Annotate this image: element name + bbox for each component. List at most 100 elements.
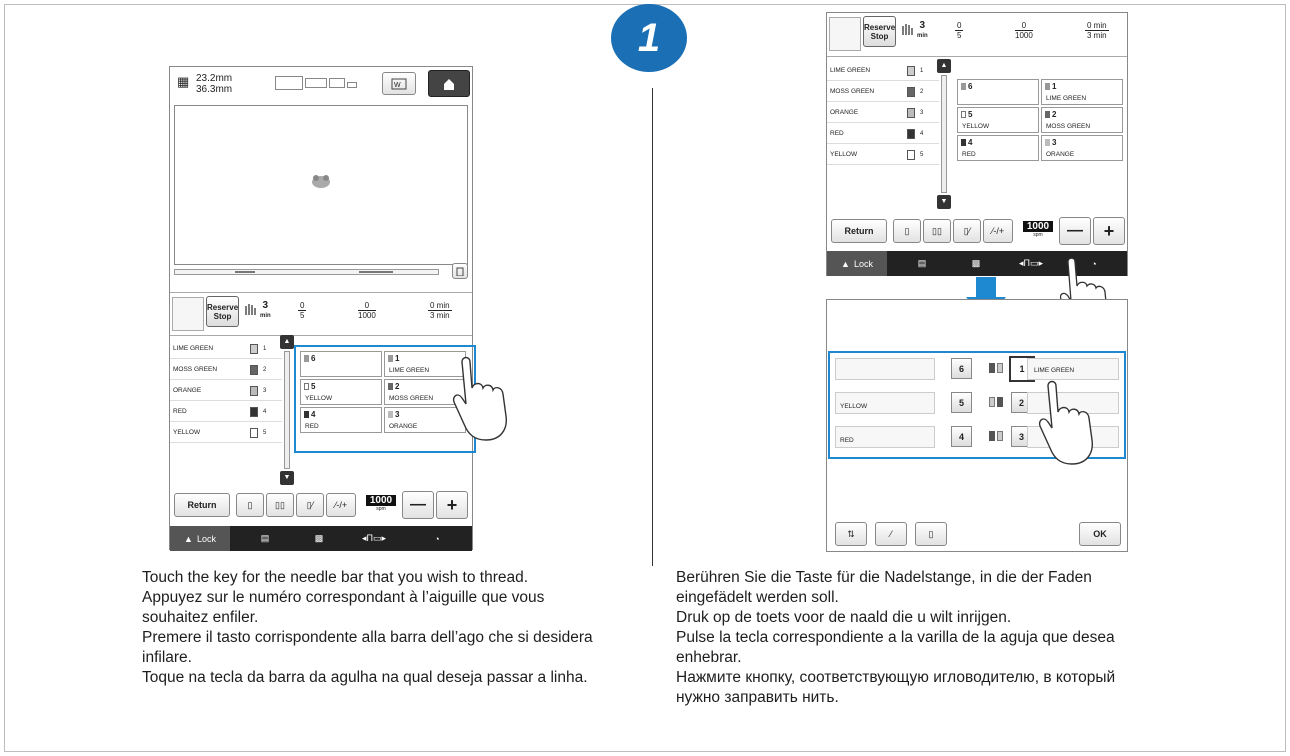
document-icon[interactable]: ▤ xyxy=(907,251,937,276)
thread-change-button[interactable]: ▯⁄ xyxy=(953,219,981,243)
stitch-counter: 0 1000 xyxy=(358,301,376,320)
speed-counter: 3 min xyxy=(260,300,271,320)
embroidery-design-icon xyxy=(312,175,330,188)
speed-minus-button[interactable]: — xyxy=(1059,217,1091,245)
frame-move-icon[interactable]: ◂Π▭▸ xyxy=(356,526,392,551)
speed-plus-button[interactable]: + xyxy=(1093,217,1125,245)
color-counter: 05 xyxy=(298,301,307,320)
reserve-stop-button[interactable]: Reserve Stop xyxy=(863,16,896,47)
color-list-item[interactable]: LIME GREEN 1 xyxy=(170,339,282,359)
trash-button[interactable] xyxy=(452,263,468,279)
color-sort-button[interactable]: ▯▯ xyxy=(266,493,294,517)
reserve-stop-button[interactable]: Reserve Stop xyxy=(206,296,239,327)
caption-line: infilare. xyxy=(142,649,192,666)
needle-key[interactable]: 5 YELLOW xyxy=(957,107,1039,133)
caption-line: Druk op de toets voor de naald die u wil… xyxy=(676,609,1012,626)
hand-stop-icon xyxy=(245,304,256,315)
frame-move-icon[interactable]: ◂Π▭▸ xyxy=(1013,251,1049,276)
step-number-badge: 1 xyxy=(611,4,687,72)
color-list-item[interactable]: RED 4 xyxy=(170,402,282,422)
pattern-dimensions: 23.2mm 36.3mm xyxy=(196,73,232,95)
speed-plus-button[interactable]: + xyxy=(436,491,468,519)
needle-key[interactable]: 6 xyxy=(957,79,1039,105)
thread-info-strip: Reserve Stop 3 min 05 0 1000 0 min 3 min xyxy=(827,13,1127,57)
color-list-item[interactable]: MOSS GREEN 2 xyxy=(170,360,282,380)
screen-header: ▦ 23.2mm 36.3mm W xyxy=(170,67,472,103)
home-button[interactable] xyxy=(428,70,470,97)
color-list-item[interactable]: LIME GREEN 1 xyxy=(827,61,939,81)
threader-button[interactable]: ⇅ xyxy=(835,522,867,546)
sewing-progress-bar xyxy=(174,269,439,275)
thread-change-button[interactable]: ▯⁄ xyxy=(296,493,324,517)
warning-icon: ▲ xyxy=(184,533,193,544)
needle-key[interactable]: 2 MOSS GREEN xyxy=(1041,107,1123,133)
needle-step-button[interactable]: ⁄-/+ xyxy=(326,493,356,517)
lock-button[interactable]: ▲ Lock xyxy=(827,251,887,276)
stitch-counter: 0 1000 xyxy=(1015,21,1033,40)
speed-minus-button[interactable]: — xyxy=(402,491,434,519)
needle-key[interactable]: 1 LIME GREEN xyxy=(1041,79,1123,105)
screen-button[interactable]: W xyxy=(382,72,416,95)
color-counter: 05 xyxy=(955,21,964,40)
document-button[interactable]: ▯ xyxy=(915,522,947,546)
caption-line: Premere il tasto corrispondente alla bar… xyxy=(142,629,593,646)
needle-step-button[interactable]: ⁄-/+ xyxy=(983,219,1013,243)
embroidery-size-icon: ▦ xyxy=(177,74,190,89)
scroll-down-icon[interactable]: ▼ xyxy=(937,195,951,209)
needle-key[interactable]: 4 RED xyxy=(957,135,1039,161)
color-list-item[interactable]: ORANGE 3 xyxy=(827,103,939,123)
speed-display: 1000 spm xyxy=(366,495,396,512)
ok-button[interactable]: OK xyxy=(1079,522,1121,546)
embroidery-preview[interactable] xyxy=(174,105,468,265)
scroll-up-icon[interactable]: ▲ xyxy=(280,335,294,349)
warning-icon: ▲ xyxy=(841,258,850,269)
pattern-height: 36.3mm xyxy=(196,84,233,95)
time-counter: 0 min 3 min xyxy=(428,301,452,320)
clock-icon[interactable]: ◔ xyxy=(422,526,452,551)
caption-line: Toque na tecla da barra da agulha na qua… xyxy=(142,669,588,686)
help-icon[interactable]: ▩ xyxy=(961,251,991,276)
help-icon[interactable]: ▩ xyxy=(304,526,334,551)
scroll-up-icon[interactable]: ▲ xyxy=(937,59,951,73)
color-list-item[interactable]: ORANGE 3 xyxy=(170,381,282,401)
needle-key[interactable]: 3 ORANGE xyxy=(1041,135,1123,161)
column-divider xyxy=(652,88,653,566)
time-counter: 0 min 3 min xyxy=(1085,21,1109,40)
bottom-button-row: Return ▯ ▯▯ ▯⁄ ⁄-/+ 1000 spm — + xyxy=(827,217,1127,247)
caption-line: Pulse la tecla correspondiente a la vari… xyxy=(676,629,1115,646)
caption-line: eingefädelt werden soll. xyxy=(676,589,839,606)
caption-left: Touch the key for the needle bar that yo… xyxy=(142,568,642,688)
svg-text:W: W xyxy=(394,82,401,89)
delete-icon xyxy=(456,267,464,276)
status-bar: ▲ Lock ▤ ▩ ◂Π▭▸ ◔ xyxy=(170,526,472,551)
return-button[interactable]: Return xyxy=(174,493,230,517)
document-icon[interactable]: ▤ xyxy=(250,526,280,551)
thread-info-strip: Reserve Stop 3 min 05 0 1000 0 min 3 min xyxy=(170,292,472,336)
color-list-item[interactable]: MOSS GREEN 2 xyxy=(827,82,939,102)
caption-line: Нажмите кнопку, соответствующую игловоди… xyxy=(676,669,1116,686)
needle-button[interactable]: ▯ xyxy=(893,219,921,243)
color-list-scrollbar[interactable]: ▲ ▼ xyxy=(937,59,953,209)
caption-line: нужно заправить нить. xyxy=(676,689,839,706)
scroll-down-icon[interactable]: ▼ xyxy=(280,471,294,485)
pattern-width: 23.2mm xyxy=(196,73,233,84)
presser-button[interactable]: ⁄ xyxy=(875,522,907,546)
color-list-item[interactable]: YELLOW 5 xyxy=(170,423,282,443)
color-list-item[interactable]: RED 4 xyxy=(827,124,939,144)
hand-stop-icon xyxy=(902,24,913,35)
return-button[interactable]: Return xyxy=(831,219,887,243)
right-machine-screen: Reserve Stop 3 min 05 0 1000 0 min 3 min LI… xyxy=(826,12,1128,276)
color-sort-button[interactable]: ▯▯ xyxy=(923,219,951,243)
touch-hand-icon xyxy=(452,356,507,441)
needle-button[interactable]: ▯ xyxy=(236,493,264,517)
lock-button[interactable]: ▲ Lock xyxy=(170,526,230,551)
bottom-button-row: Return ▯ ▯▯ ▯⁄ ⁄-/+ 1000 spm — + xyxy=(170,491,472,521)
color-list-item[interactable]: YELLOW 5 xyxy=(827,145,939,165)
caption-line: Appuyez sur le numéro correspondant à l’… xyxy=(142,589,545,606)
touch-hand-icon xyxy=(1038,380,1093,465)
frame-indicator-icon xyxy=(275,75,359,91)
caption-line: enhebrar. xyxy=(676,649,742,666)
caption-line: Touch the key for the needle bar that yo… xyxy=(142,569,529,586)
speed-display: 1000 spm xyxy=(1023,221,1053,238)
pattern-thumbnail xyxy=(172,297,204,331)
